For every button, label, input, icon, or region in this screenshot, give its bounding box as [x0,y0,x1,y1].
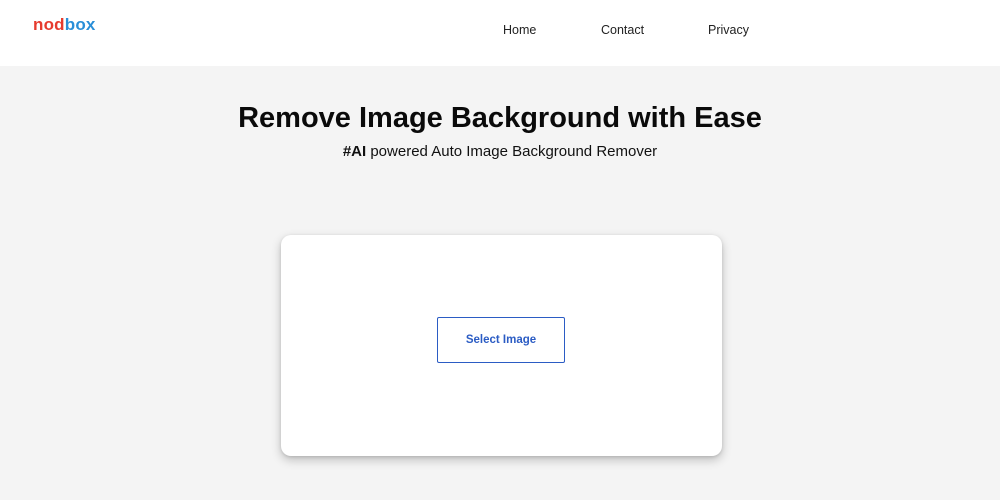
page-title: Remove Image Background with Ease [238,102,762,134]
nav-link-contact[interactable]: Contact [601,22,644,38]
page-subtitle: #AI powered Auto Image Background Remove… [0,142,1000,162]
nav-link-privacy[interactable]: Privacy [708,22,749,38]
upload-card: Select Image [281,235,722,456]
nav-link-home[interactable]: Home [503,22,536,38]
header: nodbox Home Contact Privacy [0,0,1000,66]
subtitle-text: powered Auto Image Background Remover [366,143,658,160]
subtitle-tag: #AI [342,143,367,160]
select-image-button[interactable]: Select Image [437,317,565,363]
logo[interactable]: nodbox [33,14,96,36]
logo-part-box: box [64,15,96,34]
logo-part-nod: nod [33,15,65,34]
